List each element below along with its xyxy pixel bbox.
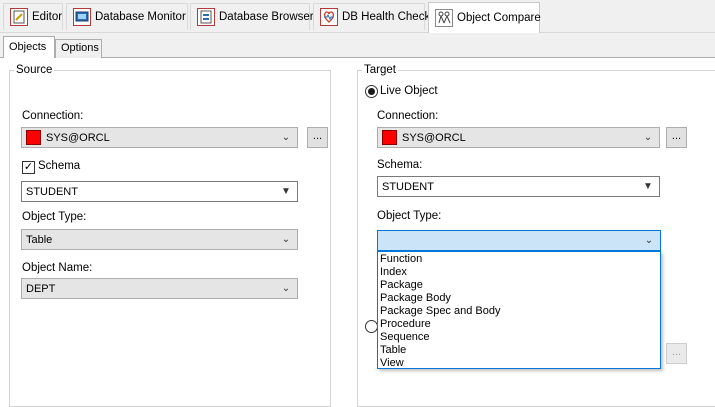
tab-objects[interactable]: Objects — [3, 36, 55, 59]
source-connection-value: SYS@ORCL — [46, 131, 110, 144]
source-title: Source — [14, 64, 55, 76]
caret-down-icon: ▼ — [643, 181, 653, 192]
source-object-type-select[interactable]: Table ⌄ — [21, 229, 298, 250]
connection-color-swatch — [26, 130, 41, 145]
object-type-option[interactable]: View — [378, 357, 660, 370]
connection-color-swatch — [382, 130, 397, 145]
target-browse-button-disabled: ... — [666, 343, 687, 364]
chevron-down-icon: ⌄ — [281, 132, 291, 143]
editor-icon — [10, 8, 28, 26]
object-type-option[interactable]: Package — [378, 279, 660, 292]
chevron-down-icon: ⌄ — [644, 235, 654, 246]
chevron-down-icon: ⌄ — [643, 132, 653, 143]
tab-database-browser[interactable]: Database Browser — [190, 3, 314, 30]
source-object-type-value: Table — [26, 233, 53, 246]
tab-label: Editor — [32, 11, 63, 23]
document-tab-bar: Editor Database Monitor Database Browser… — [0, 0, 715, 33]
tab-objects-label: Objects — [9, 41, 47, 53]
database-monitor-icon — [73, 8, 91, 26]
chevron-down-icon: ⌄ — [281, 283, 291, 294]
tab-label: DB Health Check — [342, 11, 431, 23]
object-type-option[interactable]: Package Body — [378, 292, 660, 305]
database-browser-icon — [197, 8, 215, 26]
target-connection-label: Connection: — [377, 110, 439, 122]
object-type-option[interactable]: Index — [378, 266, 660, 279]
source-object-name-select[interactable]: DEPT ⌄ — [21, 278, 298, 299]
tab-label: Object Compare — [457, 12, 541, 24]
source-schema-checkbox[interactable]: ✓ — [22, 161, 35, 174]
source-schema-value: STUDENT — [26, 185, 78, 198]
source-object-name-value: DEPT — [26, 282, 56, 295]
object-type-option[interactable]: Package Spec and Body — [378, 305, 660, 318]
source-connection-label: Connection: — [22, 110, 84, 122]
object-type-option[interactable]: Function — [378, 253, 660, 266]
target-title: Target — [362, 64, 398, 76]
health-check-icon — [320, 8, 338, 26]
object-type-option[interactable]: Table — [378, 344, 660, 357]
tab-editor[interactable]: Editor — [3, 3, 63, 30]
target-schema-label: Schema: — [377, 159, 423, 171]
target-connection-browse-button[interactable]: ... — [666, 127, 687, 148]
caret-down-icon: ▼ — [281, 186, 291, 197]
source-object-type-label: Object Type: — [22, 211, 87, 223]
source-connection-browse-button[interactable]: ... — [307, 127, 328, 148]
live-object-radio[interactable] — [365, 85, 378, 98]
object-type-option[interactable]: Procedure — [378, 318, 660, 331]
target-schema-select[interactable]: STUDENT ▼ — [377, 176, 660, 197]
source-schema-select[interactable]: STUDENT ▼ — [21, 181, 298, 202]
object-compare-icon — [435, 9, 453, 27]
source-object-name-label: Object Name: — [22, 262, 93, 274]
tab-object-compare[interactable]: Object Compare — [428, 2, 541, 33]
tab-database-monitor[interactable]: Database Monitor — [66, 3, 188, 30]
chevron-down-icon: ⌄ — [281, 234, 291, 245]
objects-panel: Source Connection: SYS@ORCL ⌄ ... ✓ Sche… — [0, 58, 715, 407]
target-object-type-select[interactable]: ⌄ — [377, 230, 661, 251]
target-schema-value: STUDENT — [382, 180, 434, 193]
source-connection-select[interactable]: SYS@ORCL ⌄ — [21, 127, 298, 148]
live-object-label: Live Object — [380, 85, 438, 97]
tab-options-label: Options — [61, 42, 99, 54]
inner-tab-bar: Objects Options — [0, 36, 715, 59]
tab-label: Database Monitor — [95, 11, 186, 23]
target-object-type-label: Object Type: — [377, 210, 442, 222]
tab-db-health-check[interactable]: DB Health Check — [313, 3, 430, 30]
object-type-dropdown-list: Function Index Package Package Body Package … — [377, 251, 661, 369]
target-connection-value: SYS@ORCL — [402, 131, 466, 144]
object-type-option[interactable]: Sequence — [378, 331, 660, 344]
tab-label: Database Browser — [219, 11, 314, 23]
tab-options[interactable]: Options — [55, 39, 102, 58]
source-schema-label: Schema — [38, 160, 81, 172]
target-connection-select[interactable]: SYS@ORCL ⌄ — [377, 127, 660, 148]
